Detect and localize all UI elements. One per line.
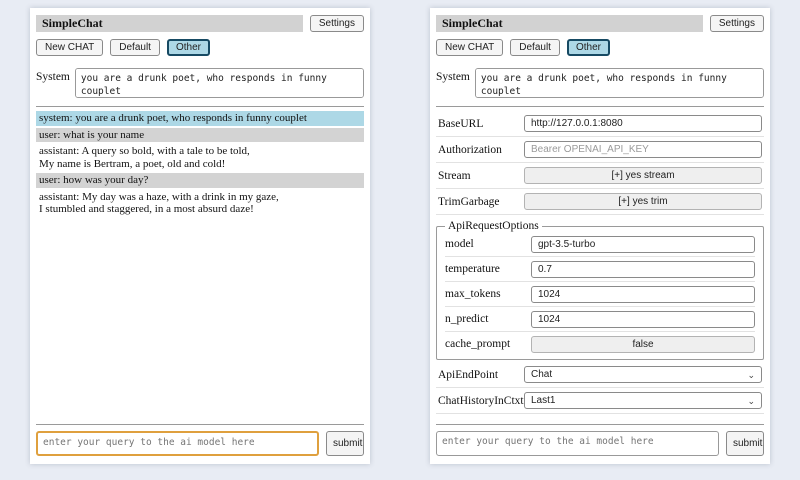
page: SimpleChat Settings New CHAT Default Oth… bbox=[0, 0, 800, 480]
header: SimpleChat Settings bbox=[436, 15, 764, 32]
system-prompt-row: System you are a drunk poet, who respond… bbox=[36, 68, 364, 98]
settings-button[interactable]: Settings bbox=[710, 15, 764, 32]
setting-row-completion-fresh-chat-always: CompletionFreshChatAlways [+] yes fresh bbox=[436, 414, 764, 416]
setting-row-max-tokens: max_tokens bbox=[445, 282, 755, 307]
api-request-options-legend: ApiRequestOptions bbox=[445, 220, 542, 232]
stream-label: Stream bbox=[438, 170, 471, 182]
model-input[interactable] bbox=[531, 236, 755, 253]
chat-panel: SimpleChat Settings New CHAT Default Oth… bbox=[30, 8, 370, 464]
baseurl-label: BaseURL bbox=[438, 118, 483, 130]
system-prompt-row: System you are a drunk poet, who respond… bbox=[436, 68, 764, 98]
query-input[interactable] bbox=[36, 431, 319, 456]
setting-row-baseurl: BaseURL bbox=[436, 111, 764, 137]
baseurl-input[interactable] bbox=[524, 115, 762, 132]
setting-row-model: model bbox=[445, 232, 755, 257]
chat-history-in-ctxt-select[interactable]: Last1 ⌄ bbox=[524, 392, 762, 409]
settings-panel: SimpleChat Settings New CHAT Default Oth… bbox=[430, 8, 770, 464]
stream-toggle-button[interactable]: [+] yes stream bbox=[524, 167, 762, 184]
n-predict-input[interactable] bbox=[531, 311, 755, 328]
chat-message-system: system: you are a drunk poet, who respon… bbox=[36, 111, 364, 126]
settings-button[interactable]: Settings bbox=[310, 15, 364, 32]
session-other-button[interactable]: Other bbox=[567, 39, 610, 56]
app-title: SimpleChat bbox=[36, 15, 303, 32]
api-endpoint-select[interactable]: Chat ⌄ bbox=[524, 366, 762, 383]
cache-prompt-toggle-button[interactable]: false bbox=[531, 336, 755, 353]
chat-message-assistant: assistant: A query so bold, with a tale … bbox=[36, 144, 364, 171]
trimgarbage-label: TrimGarbage bbox=[438, 196, 500, 208]
setting-row-n-predict: n_predict bbox=[445, 307, 755, 332]
model-label: model bbox=[445, 238, 474, 250]
authorization-input[interactable] bbox=[524, 141, 762, 158]
setting-row-chat-history-in-ctxt: ChatHistoryInCtxt Last1 ⌄ bbox=[436, 388, 764, 414]
new-chat-button[interactable]: New CHAT bbox=[36, 39, 103, 56]
temperature-input[interactable] bbox=[531, 261, 755, 278]
system-prompt-input[interactable]: you are a drunk poet, who responds in fu… bbox=[75, 68, 364, 98]
setting-row-temperature: temperature bbox=[445, 257, 755, 282]
submit-button[interactable]: submit bbox=[726, 431, 764, 456]
setting-row-stream: Stream [+] yes stream bbox=[436, 163, 764, 189]
chat-history: system: you are a drunk poet, who respon… bbox=[36, 111, 364, 416]
chat-history-selected-value: Last1 bbox=[531, 395, 555, 406]
new-chat-button[interactable]: New CHAT bbox=[436, 39, 503, 56]
settings-list: BaseURL Authorization Stream [+] yes str… bbox=[436, 111, 764, 416]
chat-history-in-ctxt-label: ChatHistoryInCtxt bbox=[438, 395, 524, 407]
chat-message-user: user: what is your name bbox=[36, 128, 364, 143]
setting-row-trimgarbage: TrimGarbage [+] yes trim bbox=[436, 189, 764, 215]
chevron-down-icon: ⌄ bbox=[747, 397, 755, 405]
session-toolbar: New CHAT Default Other bbox=[436, 39, 764, 56]
divider bbox=[436, 106, 764, 107]
divider bbox=[436, 424, 764, 425]
query-row: submit bbox=[436, 431, 764, 456]
session-toolbar: New CHAT Default Other bbox=[36, 39, 364, 56]
chat-message-assistant: assistant: My day was a haze, with a dri… bbox=[36, 190, 364, 217]
submit-button[interactable]: submit bbox=[326, 431, 364, 456]
divider bbox=[36, 106, 364, 107]
session-other-button[interactable]: Other bbox=[167, 39, 210, 56]
query-row: submit bbox=[36, 431, 364, 456]
chevron-down-icon: ⌄ bbox=[747, 371, 755, 379]
session-default-button[interactable]: Default bbox=[510, 39, 560, 56]
chat-message-user: user: how was your day? bbox=[36, 173, 364, 188]
divider bbox=[36, 424, 364, 425]
setting-row-api-endpoint: ApiEndPoint Chat ⌄ bbox=[436, 362, 764, 388]
n-predict-label: n_predict bbox=[445, 313, 488, 325]
header: SimpleChat Settings bbox=[36, 15, 364, 32]
app-title: SimpleChat bbox=[436, 15, 703, 32]
api-endpoint-label: ApiEndPoint bbox=[438, 369, 498, 381]
max-tokens-label: max_tokens bbox=[445, 288, 501, 300]
query-input[interactable] bbox=[436, 431, 719, 456]
cache-prompt-label: cache_prompt bbox=[445, 338, 510, 350]
max-tokens-input[interactable] bbox=[531, 286, 755, 303]
system-label: System bbox=[36, 68, 70, 98]
system-label: System bbox=[436, 68, 470, 98]
trimgarbage-toggle-button[interactable]: [+] yes trim bbox=[524, 193, 762, 210]
setting-row-authorization: Authorization bbox=[436, 137, 764, 163]
setting-row-cache-prompt: cache_prompt false bbox=[445, 332, 755, 356]
system-prompt-input[interactable]: you are a drunk poet, who responds in fu… bbox=[475, 68, 764, 98]
api-endpoint-selected-value: Chat bbox=[531, 369, 552, 380]
authorization-label: Authorization bbox=[438, 144, 502, 156]
session-default-button[interactable]: Default bbox=[110, 39, 160, 56]
api-request-options-fieldset: ApiRequestOptions model temperature max_… bbox=[436, 220, 764, 360]
temperature-label: temperature bbox=[445, 263, 500, 275]
